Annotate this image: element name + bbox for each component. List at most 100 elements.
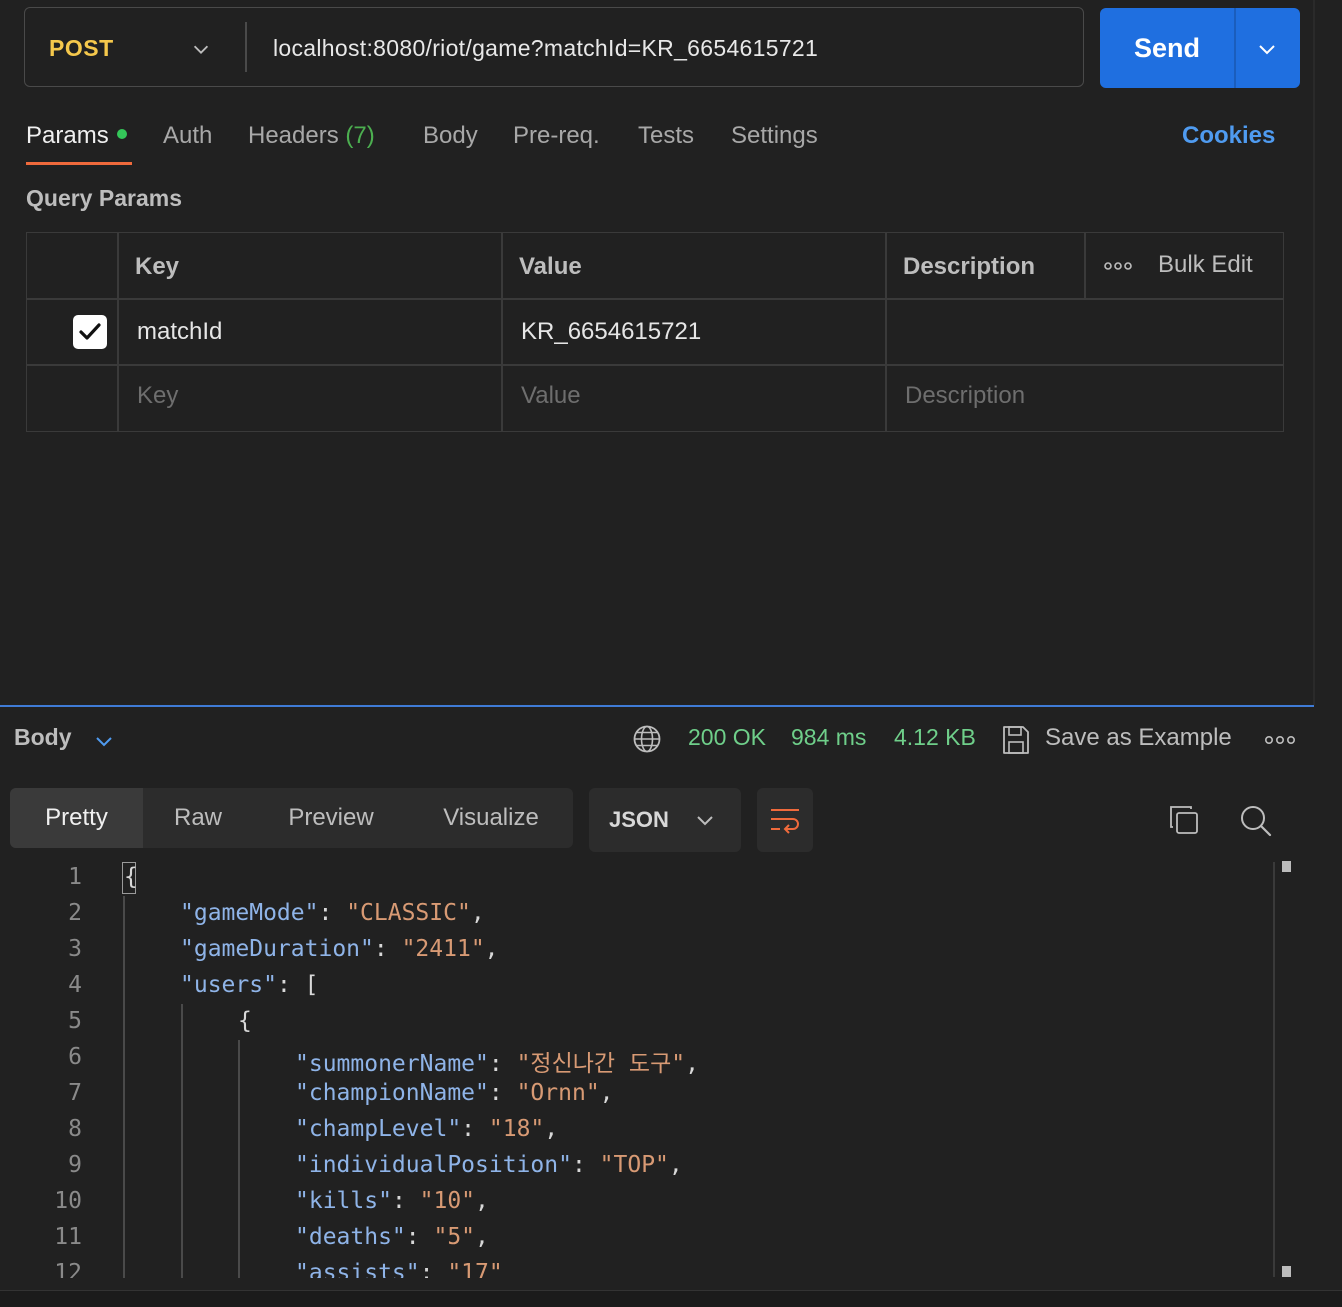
table-divider (501, 233, 503, 431)
code-line: "individualPosition": "TOP", (295, 1152, 683, 1178)
tab-params[interactable]: Params (26, 118, 127, 158)
chevron-down-icon (697, 816, 713, 826)
json-string: "5" (433, 1224, 476, 1250)
response-code-viewer[interactable]: 1 2 3 4 5 6 7 8 9 10 11 12 { "gameMode":… (0, 860, 1300, 1278)
json-key: "champLevel" (295, 1116, 462, 1142)
json-key: "gameMode" (180, 900, 319, 926)
json-string: "CLASSIC" (346, 900, 471, 926)
json-string: "TOP" (599, 1152, 669, 1178)
query-params-title: Query Params (26, 185, 182, 211)
code-line: { (124, 864, 138, 890)
json-string: "17" (447, 1260, 503, 1278)
table-divider (117, 233, 119, 431)
save-icon[interactable] (1001, 724, 1031, 756)
code-line: "champLevel": "18", (295, 1116, 559, 1142)
scrollbar-thumb-top[interactable] (1282, 861, 1291, 872)
url-input[interactable]: localhost:8080/riot/game?matchId=KR_6654… (273, 8, 818, 86)
method-select[interactable]: POST (49, 8, 114, 88)
json-key: "summonerName" (295, 1051, 489, 1077)
code-line: "gameDuration": "2411", (180, 936, 499, 962)
send-button[interactable]: Send (1100, 8, 1300, 88)
bulk-edit-button[interactable]: Bulk Edit (1158, 251, 1253, 279)
json-key: "users" (180, 972, 277, 998)
json-key: "kills" (295, 1188, 392, 1214)
param-checkbox[interactable] (73, 315, 107, 349)
format-select[interactable]: JSON (589, 788, 741, 852)
json-string: "2411" (401, 936, 485, 962)
vertical-scrollbar[interactable] (1273, 862, 1275, 1277)
tab-prereq[interactable]: Pre-req. (513, 118, 600, 158)
line-number: 8 (68, 1116, 82, 1142)
code-line: "assists": "17" (295, 1260, 503, 1278)
wrap-lines-button[interactable] (757, 788, 813, 852)
json-string: "10" (419, 1188, 476, 1214)
tab-headers-label: Headers (248, 122, 339, 149)
param-value[interactable]: KR_6654615721 (521, 318, 701, 346)
json-key: "gameDuration" (180, 936, 374, 962)
tab-body[interactable]: Body (423, 118, 478, 158)
table-divider (27, 298, 1283, 300)
tab-auth[interactable]: Auth (163, 118, 212, 158)
tab-headers[interactable]: Headers (7) (248, 118, 375, 158)
scrollbar-thumb-bottom[interactable] (1282, 1266, 1291, 1277)
line-number: 5 (68, 1008, 82, 1034)
status-code[interactable]: 200 OK (688, 724, 766, 751)
table-divider (885, 233, 887, 431)
tab-pretty[interactable]: Pretty (10, 788, 143, 848)
json-brace: { (124, 864, 138, 890)
table-divider (27, 364, 1283, 366)
line-number: 11 (54, 1224, 82, 1250)
chevron-down-icon[interactable] (190, 38, 212, 60)
code-line: "deaths": "5", (295, 1224, 489, 1250)
cookies-link[interactable]: Cookies (1182, 118, 1275, 154)
tab-preview[interactable]: Preview (263, 788, 399, 848)
send-divider (1234, 8, 1236, 88)
copy-icon[interactable] (1167, 803, 1201, 837)
indent-guide (123, 896, 125, 1278)
new-value-input[interactable]: Value (521, 382, 581, 410)
line-number: 2 (68, 900, 82, 926)
tab-raw[interactable]: Raw (143, 788, 253, 848)
pane-resize-handle[interactable] (0, 705, 1314, 707)
code-line: "championName": "Ornn", (295, 1080, 614, 1106)
line-number: 7 (68, 1080, 82, 1106)
chevron-down-icon[interactable] (1255, 37, 1279, 61)
line-number: 6 (68, 1044, 82, 1070)
response-time[interactable]: 984 ms (791, 724, 866, 751)
response-size[interactable]: 4.12 KB (894, 724, 976, 751)
code-line: "gameMode": "CLASSIC", (180, 900, 485, 926)
line-number: 4 (68, 972, 82, 998)
new-key-input[interactable]: Key (137, 382, 178, 410)
query-params-table: Key Value Description Bulk Edit matchId … (26, 232, 1284, 432)
save-as-example-button[interactable]: Save as Example (1045, 724, 1232, 752)
new-description-input[interactable]: Description (905, 382, 1025, 410)
response-section-select[interactable]: Body (14, 724, 72, 751)
bottom-status-bar (0, 1290, 1342, 1307)
line-number: 9 (68, 1152, 82, 1178)
line-number: 10 (54, 1188, 82, 1214)
more-icon[interactable] (1264, 730, 1296, 750)
globe-icon[interactable] (632, 724, 662, 754)
code-line: "summonerName": "정신나간 도구", (295, 1051, 699, 1077)
column-header-value: Value (519, 253, 582, 280)
more-icon[interactable] (1103, 259, 1133, 273)
json-string: "Ornn" (516, 1080, 600, 1106)
tab-tests[interactable]: Tests (638, 118, 694, 158)
json-bracket: [ (304, 972, 319, 998)
line-number: 1 (68, 864, 82, 890)
json-key: "assists" (295, 1260, 420, 1278)
json-brace: { (238, 1008, 252, 1034)
url-divider (245, 22, 247, 72)
json-key: "championName" (295, 1080, 489, 1106)
search-icon[interactable] (1238, 803, 1272, 837)
chevron-down-icon[interactable] (92, 729, 116, 753)
tab-settings[interactable]: Settings (731, 118, 818, 158)
param-key[interactable]: matchId (137, 318, 222, 346)
send-label[interactable]: Send (1100, 8, 1234, 88)
json-string: "정신나간 도구" (516, 1051, 686, 1077)
tab-visualize[interactable]: Visualize (416, 788, 566, 848)
panel-edge (1313, 0, 1315, 705)
response-view-tabs: Pretty Raw Preview Visualize (10, 788, 573, 848)
code-line: { (238, 1008, 252, 1034)
headers-count: (7) (345, 122, 375, 149)
